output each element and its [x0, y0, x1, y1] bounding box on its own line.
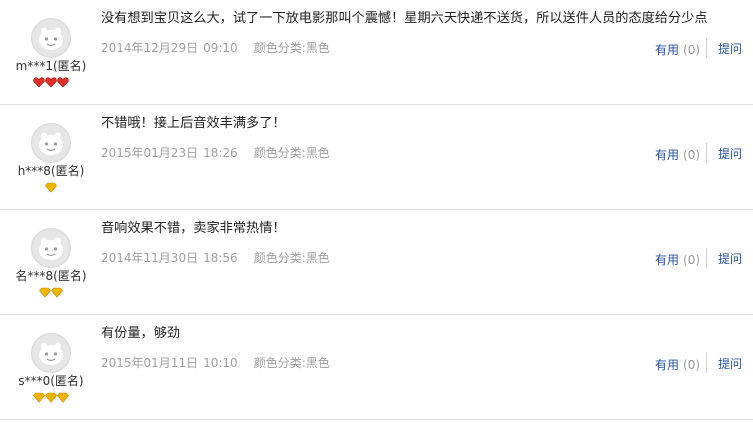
yellow-diamond-badge-icon: [45, 182, 57, 193]
action-divider: [706, 38, 707, 58]
useful-label: 有用: [655, 148, 680, 162]
review-meta: 2015年01月11日 10:10 颜色分类:黑色: [101, 355, 330, 371]
review-time: 09:10: [203, 41, 238, 55]
sku-info: 颜色分类:黑色: [253, 146, 330, 160]
ask-button[interactable]: 提问: [718, 146, 742, 162]
red-heart-badge-icon: [33, 77, 45, 88]
reviewer-name: h***8(匿名): [17, 164, 85, 178]
review-time: 10:10: [203, 356, 238, 370]
buyer-credit-badges: [0, 392, 102, 404]
review-text: 音响效果不错，卖家非常热情！: [101, 221, 286, 236]
review-text: 不错哦！接上后音效丰满多了！: [101, 116, 286, 131]
avatar-icon[interactable]: [31, 18, 71, 58]
review-date: 2015年01月23日: [101, 146, 199, 160]
useful-count: (0): [683, 253, 701, 267]
review-meta: 2015年01月23日 18:26 颜色分类:黑色: [101, 145, 330, 161]
yellow-diamond-badge-icon: [45, 392, 57, 403]
review-item: h***8(匿名) 不错哦！接上后音效丰满多了！ 2015年01月23日 18:2…: [0, 105, 753, 210]
useful-label: 有用: [655, 253, 680, 267]
action-divider: [706, 143, 707, 163]
ask-button[interactable]: 提问: [718, 41, 742, 57]
avatar-icon[interactable]: [31, 333, 71, 373]
sku-info: 颜色分类:黑色: [253, 356, 330, 370]
useful-count: (0): [683, 43, 701, 57]
buyer-credit-badges: [0, 182, 102, 194]
red-heart-badge-icon: [45, 77, 57, 88]
review-text: 没有想到宝贝这么大，试了一下放电影那叫个震憾！星期六天快递不送货，所以送件人员的…: [101, 11, 708, 26]
avatar-icon[interactable]: [31, 123, 71, 163]
useful-label: 有用: [655, 43, 680, 57]
sku-info: 颜色分类:黑色: [253, 251, 330, 265]
review-date: 2015年01月11日: [101, 356, 199, 370]
reviewer-name: 名***8(匿名): [15, 269, 87, 283]
useful-count: (0): [683, 148, 701, 162]
avatar-icon[interactable]: [31, 228, 71, 268]
review-time: 18:26: [203, 146, 238, 160]
action-divider: [706, 353, 707, 373]
yellow-diamond-badge-icon: [57, 392, 69, 403]
review-item: 名***8(匿名) 音响效果不错，卖家非常热情！ 2014年11月30日 18:5…: [0, 210, 753, 315]
review-item: m***1(匿名) 没有想到宝贝这么大，试了一下放电影那叫个震憾！星期六天快递不…: [0, 0, 753, 105]
useful-button[interactable]: 有用 (0): [655, 252, 700, 268]
review-date: 2014年12月29日: [101, 41, 199, 55]
review-meta: 2014年11月30日 18:56 颜色分类:黑色: [101, 250, 330, 266]
review-date: 2014年11月30日: [101, 251, 199, 265]
useful-button[interactable]: 有用 (0): [655, 357, 700, 373]
review-meta: 2014年12月29日 09:10 颜色分类:黑色: [101, 40, 330, 56]
ask-button[interactable]: 提问: [718, 356, 742, 372]
yellow-diamond-badge-icon: [39, 287, 51, 298]
action-divider: [706, 248, 707, 268]
useful-button[interactable]: 有用 (0): [655, 147, 700, 163]
useful-button[interactable]: 有用 (0): [655, 42, 700, 58]
yellow-diamond-badge-icon: [51, 287, 63, 298]
review-list: m***1(匿名) 没有想到宝贝这么大，试了一下放电影那叫个震憾！星期六天快递不…: [0, 0, 753, 426]
reviewer-name: s***0(匿名): [18, 374, 84, 388]
yellow-diamond-badge-icon: [33, 392, 45, 403]
review-time: 18:56: [203, 251, 238, 265]
buyer-credit-badges: [0, 77, 102, 89]
red-heart-badge-icon: [57, 77, 69, 88]
buyer-credit-badges: [0, 287, 102, 299]
useful-label: 有用: [655, 358, 680, 372]
sku-info: 颜色分类:黑色: [253, 41, 330, 55]
useful-count: (0): [683, 358, 701, 372]
review-text: 有份量，够劲: [101, 326, 181, 341]
reviewer-name: m***1(匿名): [15, 59, 87, 73]
review-item: s***0(匿名) 有份量，够劲 2015年01月11日 10:10 颜色分类:黑色…: [0, 315, 753, 420]
ask-button[interactable]: 提问: [718, 251, 742, 267]
